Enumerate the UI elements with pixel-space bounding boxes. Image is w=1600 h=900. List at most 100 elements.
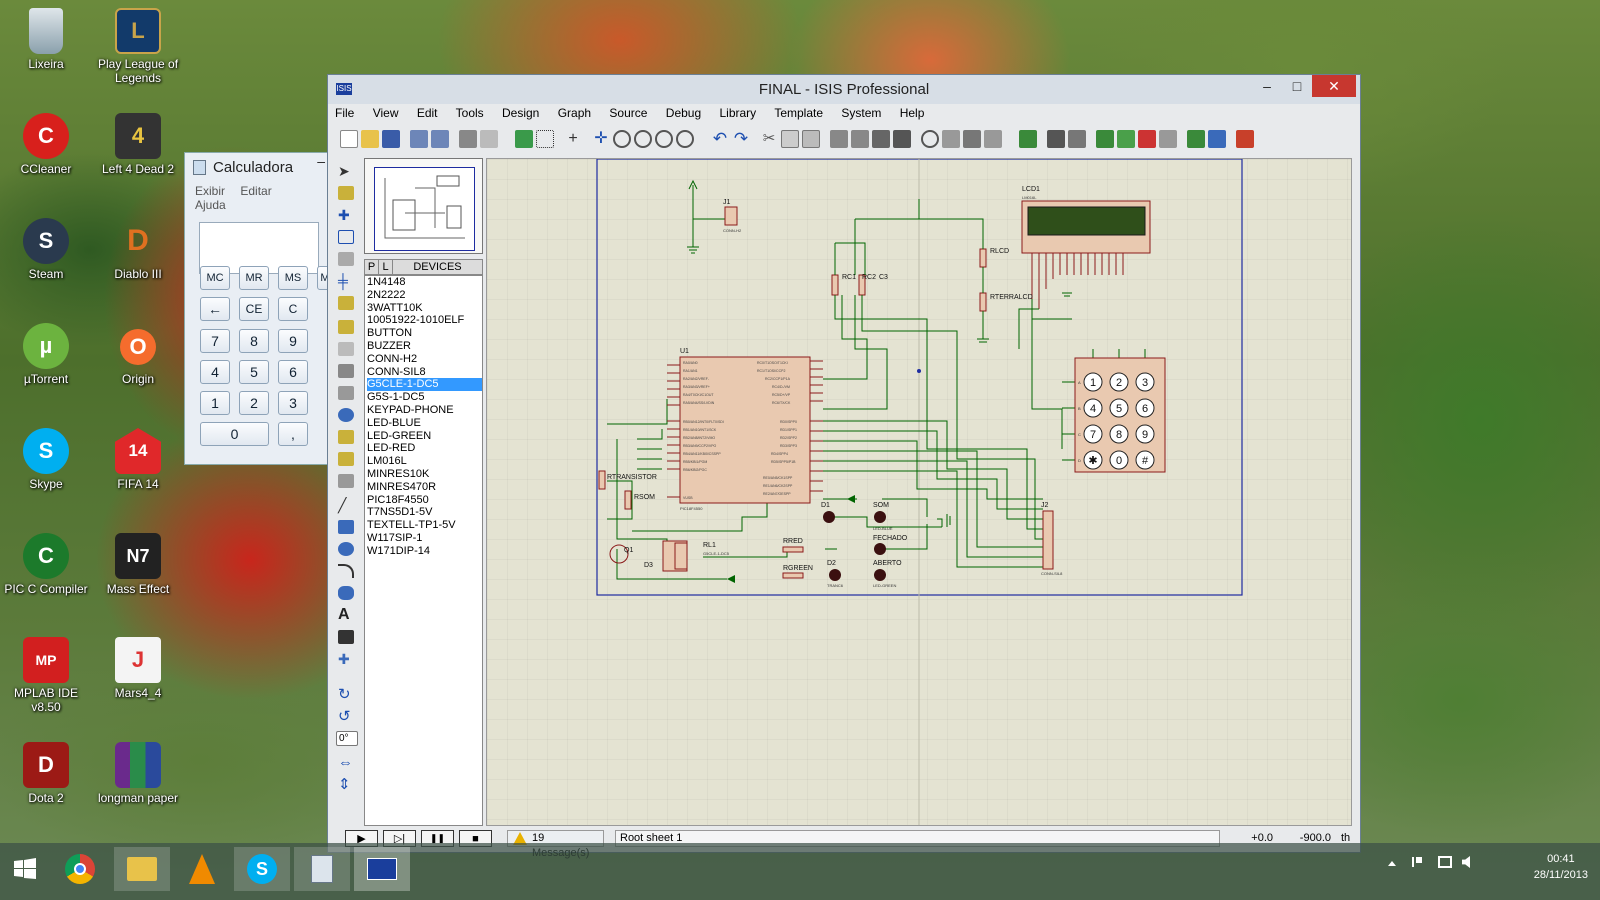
device-list-item[interactable]: G5S-1-DC5 — [367, 391, 482, 404]
desktop-icon-skype[interactable]: S Skype — [0, 428, 92, 491]
undo-icon[interactable]: ↶ — [711, 130, 729, 148]
menu-library[interactable]: Library — [720, 106, 757, 120]
generator-icon[interactable] — [338, 408, 354, 422]
calc-5-button[interactable]: 5 — [239, 360, 269, 384]
export-icon[interactable] — [431, 130, 449, 148]
property-tool-icon[interactable] — [1068, 130, 1086, 148]
close-button[interactable]: ✕ — [1312, 75, 1356, 97]
overview-window[interactable] — [364, 158, 483, 254]
voltage-probe-icon[interactable] — [338, 430, 354, 444]
grid-icon[interactable] — [536, 130, 554, 148]
exit-to-parent-icon[interactable] — [1159, 130, 1177, 148]
new-sheet-icon[interactable] — [1096, 130, 1114, 148]
graph-mode-icon[interactable] — [338, 364, 354, 378]
calc-2-button[interactable]: 2 — [239, 391, 269, 415]
menu-help[interactable]: Help — [900, 106, 925, 120]
symbol-tool-icon[interactable] — [338, 630, 354, 644]
block-rotate-icon[interactable] — [872, 130, 890, 148]
selection-mode-icon[interactable]: ➤ — [338, 164, 354, 178]
current-probe-icon[interactable] — [338, 452, 354, 466]
marker-tool-icon[interactable]: ✚ — [338, 652, 354, 666]
menu-system[interactable]: System — [841, 106, 881, 120]
print-icon[interactable] — [459, 130, 477, 148]
redo-icon[interactable]: ↷ — [732, 130, 750, 148]
device-list-item[interactable]: LED-RED — [367, 442, 482, 455]
start-button[interactable] — [0, 847, 50, 891]
bus-icon[interactable]: ╪ — [338, 274, 354, 288]
desktop-icon-mplab[interactable]: MP MPLAB IDE v8.50 — [0, 637, 92, 714]
zoom-in-icon[interactable] — [613, 130, 631, 148]
device-list-item[interactable]: G5CLE-1-DC5 — [367, 378, 482, 392]
subcircuit-icon[interactable] — [338, 296, 354, 310]
origin-crosshair-icon[interactable]: + — [564, 130, 582, 148]
device-list-item[interactable]: LED-GREEN — [367, 430, 482, 443]
menu-edit[interactable]: Edit — [417, 106, 438, 120]
packaging-tool-icon[interactable] — [963, 130, 981, 148]
decompose-icon[interactable] — [984, 130, 1002, 148]
device-list-item[interactable]: MINRES10K — [367, 468, 482, 481]
calculator-minimize-button[interactable]: – — [317, 153, 325, 169]
text-tool-icon[interactable]: A — [338, 607, 354, 623]
network-icon[interactable] — [1438, 856, 1452, 868]
device-list-item[interactable]: CONN-H2 — [367, 353, 482, 366]
device-list-item[interactable]: KEYPAD-PHONE — [367, 404, 482, 417]
device-list-item[interactable]: LED-BLUE — [367, 417, 482, 430]
device-list-item[interactable]: 10051922-1010ELF — [367, 314, 482, 327]
calc-ce-button[interactable]: CE — [239, 297, 269, 321]
pan-icon[interactable]: ✛ — [592, 130, 610, 148]
import-icon[interactable] — [410, 130, 428, 148]
device-list[interactable]: 1N4148 2N2222 3WATT10K 10051922-1010ELF BUTT… — [364, 275, 483, 826]
desktop-icon-diablo[interactable]: D Diablo III — [92, 218, 184, 281]
library-manager-button[interactable]: L — [379, 260, 393, 274]
desktop-icon-fifa[interactable]: 14 FIFA 14 — [92, 428, 184, 491]
remove-sheet-icon[interactable] — [1138, 130, 1156, 148]
device-list-item[interactable]: BUZZER — [367, 340, 482, 353]
cut-icon[interactable]: ✂ — [760, 130, 778, 148]
rotate-ccw-icon[interactable]: ↺ — [338, 709, 354, 724]
box-tool-icon[interactable] — [338, 520, 354, 534]
save-icon[interactable] — [382, 130, 400, 148]
calc-comma-button[interactable]: , — [278, 422, 308, 446]
desktop-icon-lixeira[interactable]: Lixeira — [0, 8, 92, 71]
block-delete-icon[interactable] — [893, 130, 911, 148]
menu-template[interactable]: Template — [774, 106, 823, 120]
calculator-titlebar[interactable]: Calculadora – — [185, 153, 333, 180]
circle-tool-icon[interactable] — [338, 542, 354, 556]
desktop-icon-mars[interactable]: J Mars4_4 — [92, 637, 184, 700]
desktop-icon-origin[interactable]: O Origin — [92, 323, 184, 386]
calculator-window[interactable]: Calculadora – Exibir Editar Ajuda MC MR … — [184, 152, 334, 465]
menu-tools[interactable]: Tools — [456, 106, 484, 120]
flag-icon[interactable] — [1412, 857, 1422, 867]
desktop-icon-dota[interactable]: D Dota 2 — [0, 742, 92, 805]
device-list-item[interactable]: BUTTON — [367, 327, 482, 340]
tape-recorder-icon[interactable] — [338, 386, 354, 400]
electrical-rule-check-icon[interactable] — [1208, 130, 1226, 148]
isis-window[interactable]: ISIS FINAL - ISIS Professional – □ ✕ Fil… — [327, 74, 1361, 859]
search-tag-icon[interactable] — [1047, 130, 1065, 148]
taskbar-explorer[interactable] — [114, 847, 170, 891]
make-device-icon[interactable] — [942, 130, 960, 148]
device-list-item[interactable]: W171DIP-14 — [367, 545, 482, 558]
calc-c-button[interactable]: C — [278, 297, 308, 321]
device-list-item[interactable]: 1N4148 — [367, 276, 482, 289]
calc-ms-button[interactable]: MS — [278, 266, 308, 290]
desktop-icon-utorrent[interactable]: µ µTorrent — [0, 323, 92, 386]
taskbar-skype[interactable]: S — [234, 847, 290, 891]
menu-debug[interactable]: Debug — [666, 106, 701, 120]
calc-6-button[interactable]: 6 — [278, 360, 308, 384]
menu-design[interactable]: Design — [502, 106, 539, 120]
new-file-icon[interactable] — [340, 130, 358, 148]
schematic-canvas[interactable]: J1 CONN-H2 LCD1 LM016L RC1 RC2 C3 RLCD R… — [486, 158, 1352, 826]
calc-mc-button[interactable]: MC — [200, 266, 230, 290]
desktop-icon-steam[interactable]: S Steam — [0, 218, 92, 281]
device-list-item[interactable]: MINRES470R — [367, 481, 482, 494]
pick-device-icon[interactable] — [921, 130, 939, 148]
calc-0-button[interactable]: 0 — [200, 422, 269, 446]
device-list-item[interactable]: LM016L — [367, 455, 482, 468]
device-list-item[interactable]: TEXTELL-TP1-5V — [367, 519, 482, 532]
component-mode-icon[interactable] — [338, 186, 354, 200]
add-sheet-icon[interactable] — [1117, 130, 1135, 148]
redraw-icon[interactable] — [515, 130, 533, 148]
calc-8-button[interactable]: 8 — [239, 329, 269, 353]
taskbar-vlc[interactable] — [174, 847, 230, 891]
